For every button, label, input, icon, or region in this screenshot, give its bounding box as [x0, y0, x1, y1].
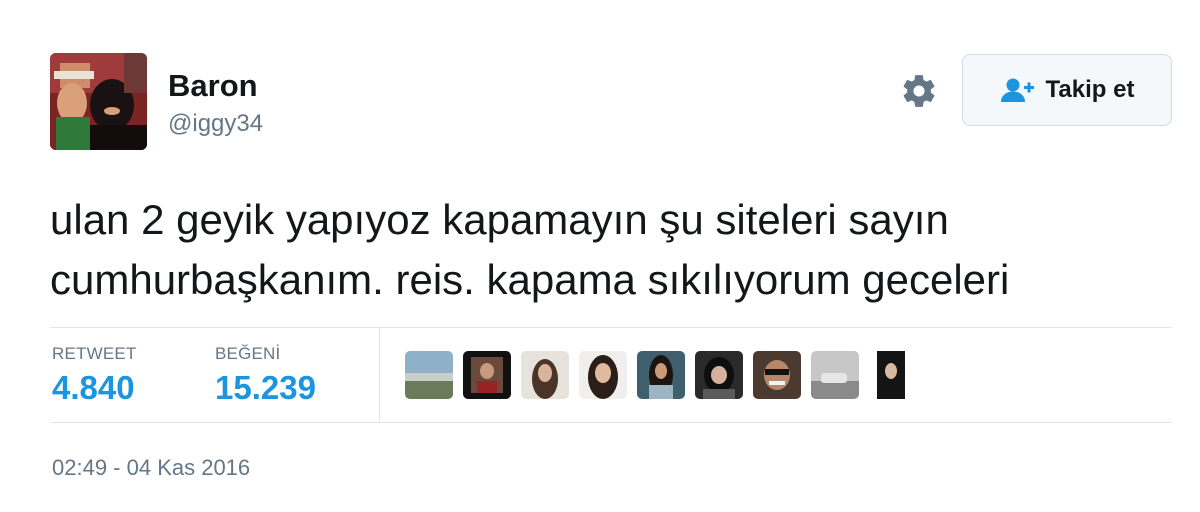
avatar-image — [50, 53, 147, 150]
tweet-timestamp[interactable]: 02:49 - 04 Kas 2016 — [52, 455, 250, 481]
liker-avatar[interactable] — [579, 351, 627, 399]
divider — [50, 327, 1172, 328]
retweet-label: RETWEET — [52, 344, 137, 363]
avatar[interactable] — [50, 53, 147, 150]
gear-icon[interactable] — [900, 72, 938, 110]
follow-button-label: Takip et — [1045, 76, 1135, 103]
liker-avatar[interactable] — [637, 351, 685, 399]
like-stat[interactable]: BEĞENİ 15.239 — [215, 344, 316, 406]
liker-avatar[interactable] — [869, 351, 917, 399]
liker-avatar[interactable] — [695, 351, 743, 399]
divider — [50, 422, 1172, 423]
liker-avatar[interactable] — [521, 351, 569, 399]
person-add-icon — [1000, 76, 1036, 104]
tweet-text: ulan 2 geyik yapıyoz kapamayın şu sitele… — [50, 196, 1010, 303]
follow-button[interactable]: Takip et — [962, 54, 1172, 126]
display-name[interactable]: Baron — [168, 68, 258, 104]
tweet-card: Baron @iggy34 Takip et ulan 2 geyik yapı… — [0, 0, 1200, 512]
retweet-count: 4.840 — [52, 369, 135, 406]
liker-avatar[interactable] — [753, 351, 801, 399]
liker-avatar[interactable] — [405, 351, 453, 399]
retweet-stat[interactable]: RETWEET 4.840 — [52, 344, 137, 406]
user-handle[interactable]: @iggy34 — [168, 110, 263, 138]
liker-avatar[interactable] — [811, 351, 859, 399]
divider — [379, 328, 380, 422]
like-label: BEĞENİ — [215, 344, 281, 363]
like-count: 15.239 — [215, 369, 316, 406]
liker-avatar[interactable] — [463, 351, 511, 399]
